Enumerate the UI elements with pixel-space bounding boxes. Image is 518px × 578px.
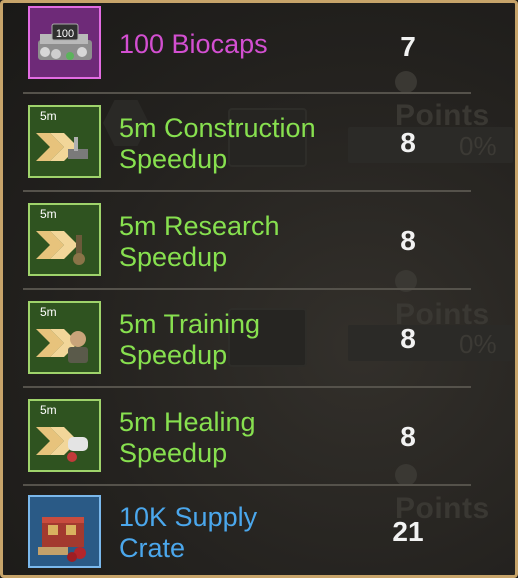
reward-row[interactable]: 5m 5m Research Speedup 8 bbox=[3, 193, 515, 289]
supply-crate-icon bbox=[28, 495, 101, 568]
training-speedup-icon: 5m bbox=[28, 301, 101, 374]
reward-name-line-1: 5m Construction bbox=[119, 113, 316, 143]
reward-name: 100 Biocaps bbox=[119, 29, 268, 59]
reward-name-line-1: 5m Healing bbox=[119, 407, 256, 437]
duration-tag: 5m bbox=[40, 109, 57, 123]
row-divider bbox=[23, 288, 471, 290]
reward-name-line-1: 5m Research bbox=[119, 211, 280, 241]
biocaps-count-label: 100 bbox=[56, 28, 74, 40]
reward-quantity: 8 bbox=[400, 127, 416, 158]
reward-quantity: 8 bbox=[400, 421, 416, 452]
reward-quantity: 7 bbox=[400, 31, 416, 62]
reward-name-line-2: Speedup bbox=[119, 340, 228, 370]
reward-quantity: 8 bbox=[400, 225, 416, 256]
reward-name-line-2: Speedup bbox=[119, 242, 228, 272]
duration-tag: 5m bbox=[40, 207, 57, 221]
reward-row[interactable]: 100 100 Biocaps 7 bbox=[3, 3, 515, 91]
reward-name-line-1: 5m Training bbox=[119, 309, 261, 339]
row-divider bbox=[23, 190, 471, 192]
healing-speedup-icon: 5m bbox=[28, 399, 101, 472]
reward-row[interactable]: 10K Supply Crate 21 bbox=[3, 487, 515, 575]
duration-tag: 5m bbox=[40, 403, 57, 417]
reward-list-panel: Points 0% Points 0% Points 100 100 Bioca… bbox=[0, 0, 518, 578]
row-divider bbox=[23, 92, 471, 94]
duration-tag: 5m bbox=[40, 305, 57, 319]
reward-row[interactable]: 5m 5m Construction Speedup 8 bbox=[3, 95, 515, 189]
row-divider bbox=[23, 386, 471, 388]
biocaps-icon: 100 bbox=[28, 6, 101, 79]
reward-quantity: 21 bbox=[392, 516, 424, 547]
reward-name-line-2: Speedup bbox=[119, 144, 228, 174]
reward-row[interactable]: 5m 5m Healing Speedup 8 bbox=[3, 389, 515, 485]
reward-name-line-2: Crate bbox=[119, 533, 186, 563]
row-divider bbox=[23, 484, 471, 486]
research-speedup-icon: 5m bbox=[28, 203, 101, 276]
reward-name-line-2: Speedup bbox=[119, 438, 228, 468]
reward-name-line-1: 10K Supply bbox=[119, 502, 258, 532]
reward-quantity: 8 bbox=[400, 323, 416, 354]
reward-row[interactable]: 5m 5m Training Speedup 8 bbox=[3, 291, 515, 387]
construction-speedup-icon: 5m bbox=[28, 105, 101, 178]
